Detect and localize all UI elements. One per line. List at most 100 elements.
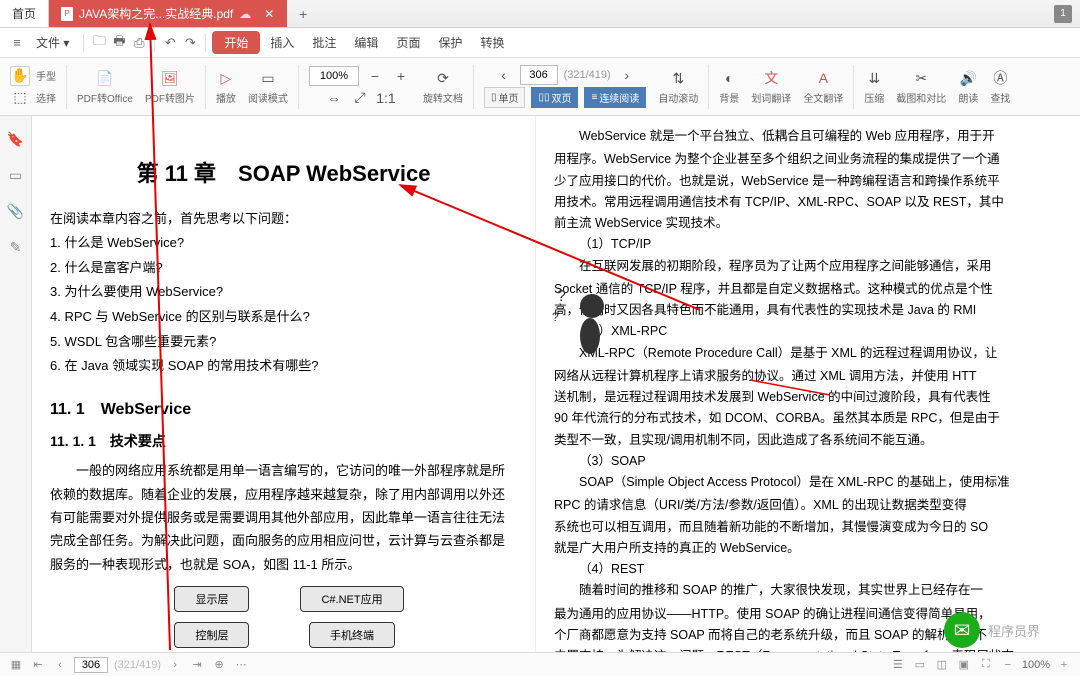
tab-counter[interactable]: 1 (1054, 5, 1072, 23)
menu-page[interactable]: 页面 (388, 30, 428, 55)
hand-icon[interactable]: ✋ (10, 66, 30, 86)
list-item: 6. 在 Java 领域实现 SOAP 的常用技术有哪些? (50, 354, 517, 379)
tab-active-pdf[interactable]: P JAVA架构之完...实战经典.pdf ☁ ✕ (49, 0, 287, 27)
diagram-box: 控制层 (174, 622, 249, 648)
next-page-icon[interactable]: › (617, 65, 637, 85)
tool-rotate[interactable]: ⟳ 旋转文档 (419, 60, 467, 114)
background-icon: ◐ (719, 68, 739, 88)
open-icon[interactable]: 🗀 (90, 34, 108, 52)
menu-insert[interactable]: 插入 (262, 30, 302, 55)
tool-read-mode[interactable]: ▭ 阅读模式 (244, 60, 292, 114)
zoom-out-icon[interactable]: − (1000, 657, 1016, 673)
tool-compress[interactable]: ⇊ 压缩 (860, 60, 888, 114)
tool-full-translate[interactable]: A 全文翻译 (799, 60, 847, 114)
fit-page-icon[interactable]: ⤢ (350, 88, 370, 108)
menu-annotate[interactable]: 批注 (304, 30, 344, 55)
signature-icon[interactable]: ✎ (7, 238, 25, 256)
watermark: ✉ 程序员界 (944, 612, 1040, 648)
view-mode-2-icon[interactable]: ▭ (912, 657, 928, 673)
diagram-11-1: 显示层 控制层 业务逻辑层 C#.NET应用 手机终端 穿戴设备 (50, 586, 517, 652)
redo-icon[interactable]: ↷ (181, 34, 199, 52)
tool-play[interactable]: ▷ 播放 (212, 60, 240, 114)
menu-protect[interactable]: 保护 (430, 30, 470, 55)
paragraph: 网络从远程计算机程序上请求服务的协议。通过 XML 调用方法，并使用 HTT (554, 366, 1062, 387)
more-icon[interactable]: ⋯ (233, 657, 249, 673)
new-tab-button[interactable]: + (293, 6, 313, 22)
document-area[interactable]: 第 11 章 SOAP WebService 在阅读本章内容之前，首先思考以下问… (32, 116, 1080, 652)
hamburger-icon[interactable]: ≡ (8, 34, 26, 52)
continuous-button[interactable]: ≡连续阅读 (584, 87, 646, 108)
read-mode-icon: ▭ (258, 68, 278, 88)
prev-page-icon[interactable]: ‹ (494, 65, 514, 85)
tool-screenshot[interactable]: ✂ 截图和对比 (892, 60, 950, 114)
single-page-button[interactable]: ▯单页 (484, 87, 526, 108)
select-icon[interactable]: ⬚ (10, 88, 30, 108)
undo-icon[interactable]: ↶ (161, 34, 179, 52)
paragraph: 送机制，是远程过程调用技术发展到 WebService 的中间过渡阶段，具有代表… (554, 387, 1062, 408)
bookmark-icon[interactable]: 🔖 (7, 130, 25, 148)
tab-close-icon[interactable]: ✕ (263, 8, 275, 20)
tool-pdf-to-image[interactable]: 🖼 PDF转图片 (141, 60, 199, 114)
full-translate-icon: A (813, 68, 833, 88)
view-mode-3-icon[interactable]: ◫ (934, 657, 950, 673)
tool-word-translate[interactable]: 文 划词翻译 (747, 60, 795, 114)
paragraph: 前主流 WebService 实现技术。 (554, 213, 1062, 234)
actual-size-icon[interactable]: 1:1 (376, 88, 396, 108)
status-page-total: (321/419) (114, 659, 161, 671)
menu-convert[interactable]: 转换 (472, 30, 512, 55)
svg-text:?: ? (557, 288, 566, 305)
zoom-in-icon[interactable]: + (391, 66, 411, 86)
zoom-in-icon[interactable]: + (1056, 657, 1072, 673)
sub-heading: （1）TCP/IP (554, 234, 1062, 255)
tab-home[interactable]: 首页 (0, 0, 49, 27)
double-page-button[interactable]: ▯▯双页 (531, 87, 578, 108)
outline-icon[interactable]: ▭ (7, 166, 25, 184)
attachment-icon[interactable]: 📎 (7, 202, 25, 220)
sidebar: 🔖 ▭ 📎 ✎ (0, 116, 32, 652)
diagram-box: 显示层 (174, 586, 249, 612)
fit-width-icon[interactable]: ⇔ (324, 88, 344, 108)
diagram-box: C#.NET应用 (300, 586, 403, 612)
view-mode-5-icon[interactable]: ⛶ (978, 657, 994, 673)
save-icon[interactable]: 🖶 (110, 34, 128, 52)
view-mode-1-icon[interactable]: ☰ (890, 657, 906, 673)
tool-background[interactable]: ◐ 背景 (715, 60, 743, 114)
compress-icon: ⇊ (864, 68, 884, 88)
tool-pdf-to-office[interactable]: 📄 PDF转Office (73, 60, 137, 114)
list-item: 5. WSDL 包含哪些重要元素? (50, 330, 517, 355)
tool-page-nav: ‹ (321/419) › ▯单页 ▯▯双页 ≡连续阅读 (480, 60, 650, 114)
pdf-image-icon: 🖼 (160, 68, 180, 88)
menu-start[interactable]: 开始 (212, 31, 260, 54)
tab-sync-icon[interactable]: ☁ (239, 7, 251, 21)
next-page-icon[interactable]: › (167, 657, 183, 673)
paragraph: 就是广大用户所支持的真正的 WebService。 (554, 538, 1062, 559)
page-input[interactable] (520, 65, 558, 85)
paragraph: RPC 的请求信息（URI/类/方法/参数/返回值）。XML 的出现让数据类型变… (554, 495, 1062, 516)
zoom-input[interactable] (309, 66, 359, 86)
view-mode-4-icon[interactable]: ▣ (956, 657, 972, 673)
menu-edit[interactable]: 编辑 (346, 30, 386, 55)
tool-read-aloud[interactable]: 🔊 朗读 (954, 60, 982, 114)
toolbar: ✋手型 ⬚选择 📄 PDF转Office 🖼 PDF转图片 ▷ 播放 ▭ 阅读模… (0, 58, 1080, 116)
paragraph: 高，但同时又因各具特色而不能通用，具有代表性的实现技术是 Java 的 RMI (554, 300, 1062, 321)
status-page-input[interactable] (74, 657, 108, 673)
prev-page-icon[interactable]: ‹ (52, 657, 68, 673)
paragraph: Socket 通信的 TCP/IP 程序，并且都是自定义数据格式。这种模式的优点… (554, 279, 1062, 300)
page-right: WebService 就是一个平台独立、低耦合且可编程的 Web 应用程序，用于… (535, 116, 1080, 652)
first-page-icon[interactable]: ⇤ (30, 657, 46, 673)
tool-find[interactable]: Ⓐ 查找 (986, 60, 1014, 114)
svg-text:?: ? (552, 310, 559, 324)
page-total: (321/419) (564, 69, 611, 81)
word-translate-icon: 文 (761, 68, 781, 88)
menu-file[interactable]: 文件 ▾ (28, 30, 77, 55)
tool-auto-scroll[interactable]: ⇅ 自动滚动 (654, 60, 702, 114)
status-zoom: 100% (1022, 659, 1050, 671)
zoom-out-icon[interactable]: − (365, 66, 385, 86)
thumbnail-icon[interactable]: ▦ (8, 657, 24, 673)
add-page-icon[interactable]: ⊕ (211, 657, 227, 673)
last-page-icon[interactable]: ⇥ (189, 657, 205, 673)
paragraph: 用程序。WebService 为整个企业甚至多个组织之间业务流程的集成提供了一个… (554, 149, 1062, 170)
content-wrap: 🔖 ▭ 📎 ✎ 第 11 章 SOAP WebService 在阅读本章内容之前… (0, 116, 1080, 652)
screenshot-icon: ✂ (911, 68, 931, 88)
print-icon[interactable]: ⎙ (130, 34, 148, 52)
